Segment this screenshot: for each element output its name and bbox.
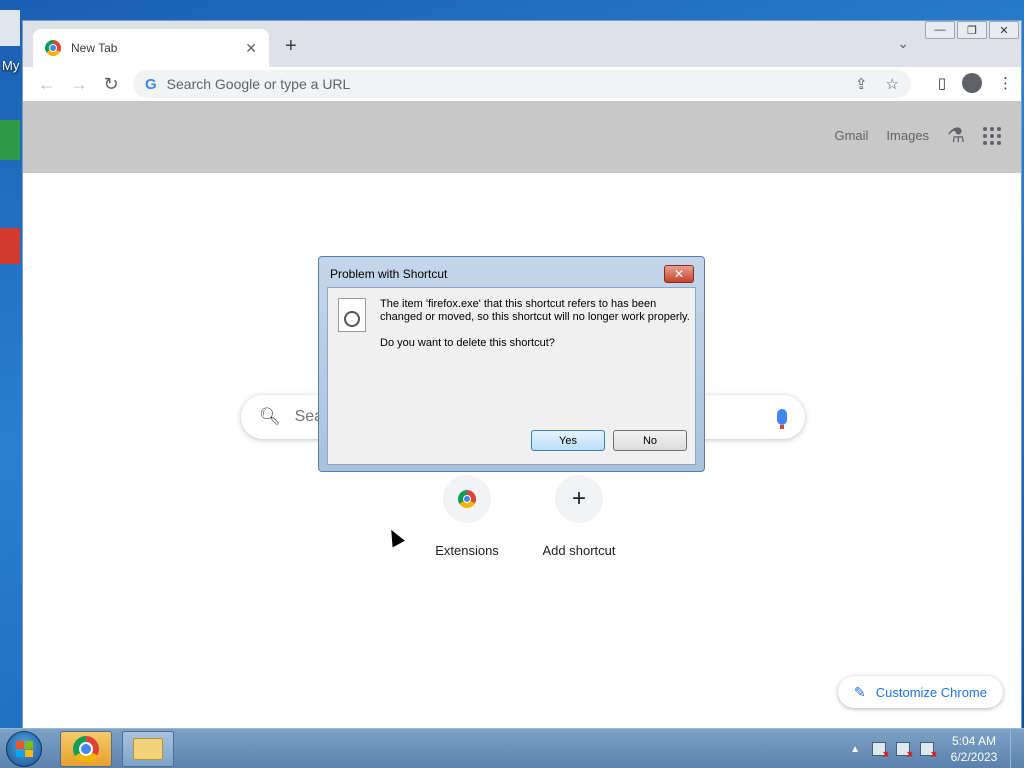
dialog-title: Problem with Shortcut (330, 267, 448, 281)
forward-button[interactable]: → (63, 74, 95, 95)
plus-icon: + (555, 475, 603, 523)
desktop-icon[interactable] (0, 120, 20, 160)
clock-date: 6/2/2023 (950, 750, 998, 764)
document-search-icon (338, 298, 366, 332)
desktop-icon[interactable] (0, 10, 20, 46)
shortcut-extensions[interactable]: Extensions (412, 475, 522, 558)
show-desktop-button[interactable] (1010, 729, 1024, 768)
desktop-icon[interactable] (0, 228, 20, 264)
tab-new-tab[interactable]: New Tab ✕ (33, 29, 269, 67)
close-window-button[interactable]: ✕ (989, 21, 1019, 39)
ntp-header: Gmail Images ⚗ (23, 101, 1021, 173)
window-controls: — ❐ ✕ (925, 21, 1019, 41)
search-icon: 🔍︎ (259, 407, 281, 426)
chrome-icon (73, 736, 99, 762)
yes-button[interactable]: Yes (531, 430, 605, 451)
action-center-icon[interactable] (872, 742, 889, 761)
system-tray: ▲ 5:04 AM 6/2/2023 (850, 729, 1024, 768)
tab-close-icon[interactable]: ✕ (245, 40, 257, 57)
reload-button[interactable]: ↻ (95, 74, 127, 95)
omnibox[interactable]: G Search Google or type a URL ⇪ ☆ (133, 70, 911, 98)
folder-icon (133, 738, 163, 760)
taskbar: ▲ 5:04 AM 6/2/2023 (0, 728, 1024, 768)
customize-chrome-label: Customize Chrome (875, 684, 987, 700)
bookmark-star-icon[interactable]: ☆ (886, 75, 899, 93)
shortcut-tile (443, 475, 491, 523)
dialog-question: Do you want to delete this shortcut? (380, 337, 555, 349)
tab-strip: New Tab ✕ + ⌄ — ❐ ✕ (23, 21, 1021, 67)
pencil-icon: ✎ (854, 683, 866, 700)
taskbar-explorer[interactable] (122, 731, 174, 767)
new-tab-button[interactable]: + (285, 35, 297, 58)
google-g-icon: G (145, 75, 157, 93)
dialog-close-button[interactable]: ✕ (664, 265, 694, 283)
share-icon[interactable]: ⇪ (855, 75, 868, 93)
shortcut-add[interactable]: + Add shortcut (524, 475, 634, 558)
problem-with-shortcut-dialog: Problem with Shortcut ✕ The item 'firefo… (318, 256, 705, 472)
chrome-favicon-icon (45, 40, 61, 56)
chrome-logo-icon (458, 490, 476, 508)
toolbar-right: ▯ ⋮ (938, 73, 1013, 93)
chrome-menu-icon[interactable]: ⋮ (998, 74, 1013, 92)
dialog-body: The item 'firefox.exe' that this shortcu… (327, 287, 696, 465)
microphone-icon[interactable] (777, 409, 787, 429)
show-hidden-icons-icon[interactable]: ▲ (850, 744, 860, 755)
side-panel-icon[interactable]: ▯ (938, 74, 946, 92)
omnibox-placeholder: Search Google or type a URL (166, 76, 351, 92)
start-button[interactable] (6, 731, 42, 767)
tab-search-chevron-icon[interactable]: ⌄ (897, 35, 909, 52)
volume-muted-icon[interactable] (920, 742, 937, 761)
clock[interactable]: 5:04 AM 6/2/2023 (944, 733, 1004, 765)
ntp-header-links: Gmail Images ⚗ (834, 123, 1001, 148)
images-link[interactable]: Images (886, 128, 929, 143)
tab-title: New Tab (71, 41, 118, 55)
shortcut-label: Extensions (435, 543, 499, 558)
dialog-message: The item 'firefox.exe' that this shortcu… (380, 298, 690, 323)
toolbar: ← → ↻ G Search Google or type a URL ⇪ ☆ … (23, 67, 1021, 101)
network-icon[interactable] (896, 742, 913, 761)
customize-chrome-button[interactable]: ✎ Customize Chrome (838, 676, 1003, 708)
labs-flask-icon[interactable]: ⚗ (947, 123, 965, 148)
taskbar-chrome[interactable] (60, 731, 112, 767)
windows-logo-icon (16, 741, 33, 757)
back-button[interactable]: ← (31, 74, 63, 95)
shortcut-label: Add shortcut (542, 543, 616, 558)
maximize-button[interactable]: ❐ (957, 21, 987, 39)
profile-avatar-icon[interactable] (962, 73, 982, 93)
no-button[interactable]: No (613, 430, 687, 451)
desktop-icon-label: My (2, 58, 20, 73)
google-apps-icon[interactable] (983, 126, 1001, 145)
clock-time: 5:04 AM (951, 734, 997, 748)
minimize-button[interactable]: — (925, 21, 955, 39)
gmail-link[interactable]: Gmail (834, 128, 868, 143)
